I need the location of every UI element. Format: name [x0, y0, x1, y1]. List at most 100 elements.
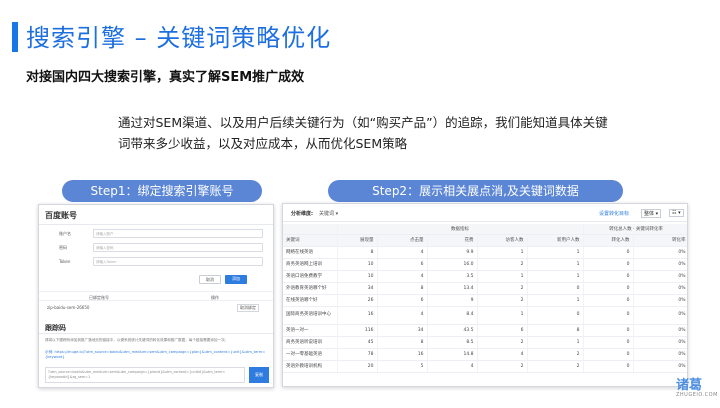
table-row[interactable]: 英语口语免费教学 10 4 3.5 1 1 0 0% [283, 270, 687, 283]
metric-cell: 0% [633, 246, 687, 259]
keyword-table: 数据指标 转化总人数 · 关键词转化率 关键词 展现量 点击量 花费 访客人数 新用户人数… [283, 224, 687, 373]
metric-cell: 45 [337, 336, 378, 349]
analyze-label: 分析维度: [291, 211, 313, 217]
group-conversion: 转化总人数 · 关键词转化率 [583, 224, 687, 235]
view-select[interactable]: 整体 ▾ [641, 209, 662, 218]
metric-cell: 0 [583, 336, 634, 349]
metric-cell: 0 [583, 270, 634, 283]
table-group-header: 数据指标 转化总人数 · 关键词转化率 [283, 224, 687, 235]
metric-cell: 1 [477, 306, 528, 325]
table-row[interactable]: 网络在线英语 8 4 9.9 1 1 0 0% [283, 246, 687, 259]
accounts-header: 已绑定账号 操作 [39, 291, 273, 301]
metric-cell: 6 [477, 324, 528, 337]
bind-account-panel: 百度账号 账户名 请输入账户 密码 请输入密码 Token 请输入Token 取… [38, 204, 274, 388]
metric-cell: 9.9 [427, 246, 478, 259]
account-name-label: 账户名 [59, 231, 71, 236]
table-row[interactable]: 商务英语网上培训 10 6 16.0 2 1 0 0% [283, 258, 687, 271]
column-header[interactable]: 关键词 [283, 234, 338, 247]
table-row[interactable]: 国际商务英语培训中心 16 4 8.4 1 0 0 0% [283, 306, 687, 325]
column-header[interactable]: 展现量 [337, 234, 378, 247]
accounts-col-name: 已绑定账号 [89, 295, 109, 300]
column-header[interactable]: 新用户人数 [527, 234, 584, 247]
keyword-cell: 英语外教培训机构 [283, 360, 338, 373]
keyword-cell: 网络在线英语 [283, 246, 338, 259]
set-goal-link[interactable]: 设置转化目标 [599, 210, 629, 217]
column-header[interactable]: 花费 [427, 234, 478, 247]
metric-cell: 8 [337, 246, 378, 259]
slide-subtitle: 对接国内四大搜索引擎，真实了解SEM推广成效 [26, 70, 305, 85]
group-engine: 数据指标 [337, 224, 584, 235]
metric-cell: 1 [527, 258, 584, 271]
metric-cell: 14.8 [427, 348, 478, 361]
metric-cell: 8.5 [427, 336, 478, 349]
metric-cell: 0 [583, 246, 634, 259]
metric-cell: 1 [477, 246, 528, 259]
metric-cell: 0 [583, 348, 634, 361]
columns-menu[interactable]: ☷ ▾ [669, 209, 684, 217]
metric-cell: 4 [427, 360, 478, 373]
metric-cell: 10 [337, 270, 378, 283]
table-row[interactable]: 一对一零基础英语 78 16 14.8 4 2 0 0% [283, 348, 687, 361]
cancel-button[interactable]: 取消 [199, 275, 221, 284]
keyword-cell: 在线英语哪个好 [283, 294, 338, 307]
metric-cell: 34 [337, 282, 378, 295]
metric-cell: 1 [527, 294, 584, 307]
panel-toolbar: 分析维度: 关键词 ▾ 设置转化目标 整体 ▾ ☷ ▾ [283, 204, 687, 222]
account-name-input[interactable]: 请输入账户 [93, 229, 263, 238]
metric-cell: 2 [477, 336, 528, 349]
metric-cell: 0% [633, 324, 687, 337]
metric-cell: 0% [633, 336, 687, 349]
column-header[interactable]: 转化人数 [583, 234, 634, 247]
token-label: Token [59, 259, 71, 264]
metric-cell: 0 [583, 258, 634, 271]
slide-title: 搜索引擎 – 关键词策略优化 [26, 24, 332, 52]
metric-cell: 4 [377, 246, 428, 259]
metric-cell: 0 [583, 306, 634, 325]
account-name: zip-baidu-sem-26650 [47, 305, 90, 310]
metric-cell: 2 [527, 348, 584, 361]
metric-cell: 0% [633, 258, 687, 271]
metric-cell: 6 [377, 294, 428, 307]
keyword-cell: 英语口语免费教学 [283, 270, 338, 283]
metric-cell: 0% [633, 360, 687, 373]
keyword-data-panel: 分析维度: 关键词 ▾ 设置转化目标 整体 ▾ ☷ ▾ 数据指标 转化总人数 ·… [282, 203, 688, 387]
column-header[interactable]: 转化率 [633, 234, 687, 247]
metric-cell: 20 [337, 360, 378, 373]
keyword-cell: 一对一零基础英语 [283, 348, 338, 361]
password-input[interactable]: 请输入密码 [93, 243, 263, 252]
unbind-button[interactable]: 取消绑定 [237, 304, 259, 312]
metric-cell: 8 [527, 324, 584, 337]
metric-cell: 2 [477, 258, 528, 271]
metric-cell: 34 [377, 324, 428, 337]
metric-cell: 0 [527, 282, 584, 295]
metric-cell: 2 [477, 282, 528, 295]
add-account-button[interactable]: 添加 [225, 275, 247, 284]
table-header: 关键词 展现量 点击量 花费 访客人数 新用户人数 转化人数 转化率 [283, 234, 687, 247]
metric-cell: 8 [377, 282, 428, 295]
metric-cell: 16.0 [427, 258, 478, 271]
metric-cell: 8.4 [427, 306, 478, 325]
logo-subtext: ZHUGEIO.COM [676, 392, 718, 398]
zhuge-logo: 诸葛 [676, 378, 703, 393]
dimension-select[interactable]: 关键词 ▾ [319, 210, 338, 217]
metric-cell: 4 [377, 270, 428, 283]
keyword-cell: 外语教育英语哪个好 [283, 282, 338, 295]
metric-cell: 26 [337, 294, 378, 307]
tracking-note: 请将以下跟踪码添加到推广落地页的链接中，以便系统统计关键词的转化效果和推广数据，… [45, 338, 229, 342]
metric-cell: 0% [633, 294, 687, 307]
token-input[interactable]: 请输入Token [93, 257, 263, 266]
metric-cell: 0% [633, 270, 687, 283]
column-header[interactable]: 点击量 [377, 234, 428, 247]
metric-cell: 0 [583, 294, 634, 307]
table-row[interactable]: 在线英语哪个好 26 6 9 2 1 0 0% [283, 294, 687, 307]
tracking-code-box[interactable]: ?utm_source=baidu&utm_medium=sem&utm_cam… [45, 367, 245, 383]
table-row[interactable]: 英语外教培训机构 20 5 4 2 2 0 0% [283, 360, 687, 373]
copy-button[interactable]: 复制 [249, 367, 269, 383]
table-row[interactable]: 外语教育英语哪个好 34 8 13.4 2 0 0 0% [283, 282, 687, 295]
table-row[interactable]: 英语一对一 116 34 43.5 6 8 0 0% [283, 324, 687, 337]
metric-cell: 13.4 [427, 282, 478, 295]
column-header[interactable]: 访客人数 [477, 234, 528, 247]
table-row[interactable]: 商务英语听说培训 45 8 8.5 2 1 0 0% [283, 336, 687, 349]
metric-cell: 4 [477, 348, 528, 361]
metric-cell: 0% [633, 348, 687, 361]
